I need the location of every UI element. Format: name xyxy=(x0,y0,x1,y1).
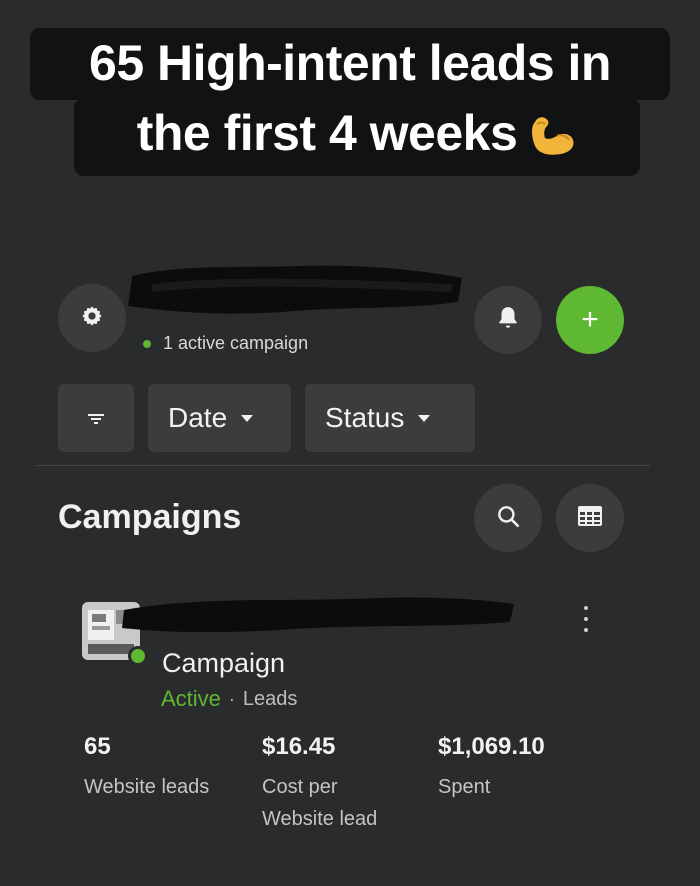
plus-icon: + xyxy=(581,303,599,336)
notifications-button[interactable] xyxy=(474,286,542,354)
active-campaign-count: 1 active campaign xyxy=(143,333,308,354)
bell-icon xyxy=(495,305,521,336)
create-campaign-button[interactable]: + xyxy=(556,286,624,354)
chevron-down-icon xyxy=(418,414,431,422)
metric-value: 65 xyxy=(84,733,111,760)
metric-label: Spent xyxy=(438,776,491,798)
section-divider xyxy=(36,465,650,466)
redacted-campaign-title xyxy=(122,597,514,633)
campaign-status-text: Active xyxy=(161,686,221,711)
caption-line-1-text: 65 High-intent leads in xyxy=(89,35,611,91)
metric-cost-per-lead: $16.45 Cost per Website lead xyxy=(262,733,402,835)
gear-icon xyxy=(81,305,103,332)
metric-value: $16.45 xyxy=(262,733,336,760)
table-view-button[interactable] xyxy=(556,484,624,552)
filter-button[interactable] xyxy=(58,384,134,452)
active-status-dot xyxy=(143,339,151,348)
metric-label: Website leads xyxy=(84,776,210,798)
flexed-biceps-icon xyxy=(527,114,577,164)
more-vertical-icon[interactable] xyxy=(574,606,598,632)
app-screen: 65 High-intent leads in the first 4 week… xyxy=(0,0,700,886)
date-filter-dropdown[interactable]: Date xyxy=(148,384,291,452)
campaigns-heading: Campaigns xyxy=(58,498,242,536)
filter-icon xyxy=(86,402,106,434)
caption-line-1: 65 High-intent leads in xyxy=(30,28,670,100)
metric-website-leads: 65 Website leads xyxy=(84,733,209,803)
table-icon xyxy=(577,505,603,532)
status-filter-dropdown[interactable]: Status xyxy=(305,384,475,452)
search-icon xyxy=(495,503,521,534)
campaign-status-line: Active · Leads xyxy=(161,686,297,712)
metric-label: Cost per Website lead xyxy=(262,776,378,830)
redacted-account-name xyxy=(128,265,462,314)
caption-line-2-text: the first 4 weeks xyxy=(136,105,518,161)
metric-value: $1,069.10 xyxy=(438,733,545,760)
date-filter-label: Date xyxy=(168,402,228,433)
metric-spent: $1,069.10 Spent xyxy=(438,733,545,803)
campaign-objective: Leads xyxy=(242,687,298,710)
settings-button[interactable] xyxy=(58,284,126,352)
caption-line-2: the first 4 weeks xyxy=(74,98,640,176)
campaign-name[interactable]: Campaign xyxy=(162,648,285,679)
chevron-down-icon xyxy=(241,414,254,422)
search-button[interactable] xyxy=(474,484,542,552)
status-filter-label: Status xyxy=(325,402,405,433)
status-separator: · xyxy=(228,688,235,709)
active-count-text: 1 active campaign xyxy=(163,333,309,353)
campaign-status-dot xyxy=(128,646,148,666)
